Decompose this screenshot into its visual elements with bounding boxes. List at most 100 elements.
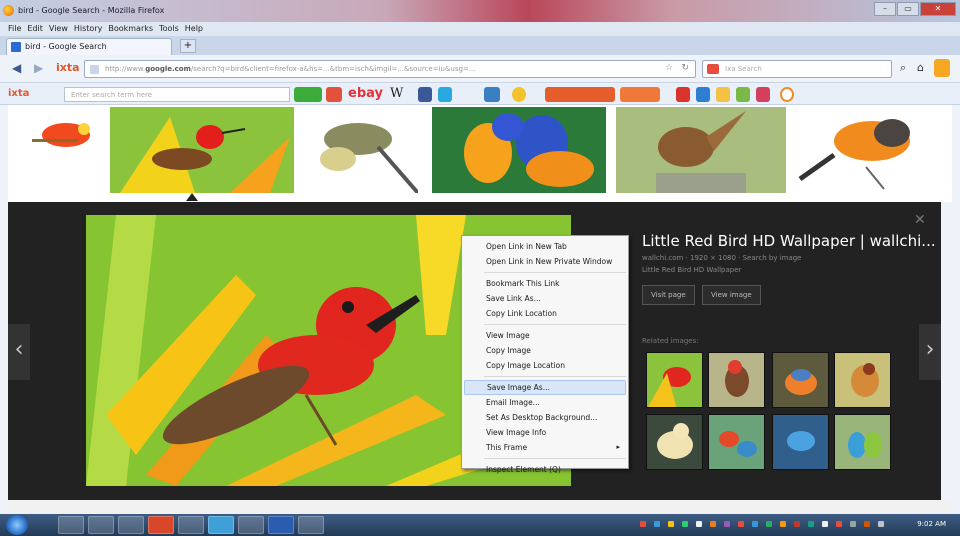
search-magnifier-icon[interactable]: ⌕ (900, 61, 906, 75)
related-thumb[interactable] (708, 352, 765, 408)
ebay-logo[interactable]: ebay (348, 86, 383, 101)
result-thumb-cartoon-bird[interactable] (26, 107, 104, 193)
related-thumb[interactable] (834, 414, 891, 470)
menu-inspect-element[interactable]: Inspect Element (Q) (462, 462, 628, 477)
facebook-icon[interactable] (418, 87, 432, 102)
menu-copy-image[interactable]: Copy Image (462, 343, 628, 358)
taskbar-app-icon[interactable] (208, 516, 234, 534)
close-icon[interactable]: ✕ (914, 212, 926, 228)
taskbar-firefox-icon[interactable] (148, 516, 174, 534)
menu-help[interactable]: Help (185, 22, 203, 36)
volume-icon[interactable] (878, 521, 884, 527)
tray-icon[interactable] (766, 521, 772, 527)
tray-icon[interactable] (710, 521, 716, 527)
close-window-button[interactable]: ✕ (920, 2, 956, 16)
menu-bookmarks[interactable]: Bookmarks (108, 22, 153, 36)
reload-icon[interactable]: ↻ (681, 63, 689, 73)
ixta-home-icon[interactable]: ixta (56, 61, 80, 74)
taskbar-app-icon[interactable] (178, 516, 204, 534)
related-thumb[interactable] (772, 414, 829, 470)
menu-save-image-as[interactable]: Save Image As... (464, 380, 626, 395)
tray-icon[interactable] (654, 521, 660, 527)
next-arrow-icon[interactable]: › (919, 324, 941, 380)
tray-icon[interactable] (864, 521, 870, 527)
tray-icon[interactable] (794, 521, 800, 527)
related-thumb[interactable] (708, 414, 765, 470)
menu-save-link-as[interactable]: Save Link As... (462, 291, 628, 306)
taskbar-ie-icon[interactable] (58, 516, 84, 534)
taskbar-app-icon[interactable] (238, 516, 264, 534)
tray-icon[interactable] (738, 521, 744, 527)
result-thumb-lorikeet[interactable] (432, 107, 606, 193)
minimize-button[interactable]: – (874, 2, 896, 16)
menu-open-link-private-window[interactable]: Open Link in New Private Window (462, 254, 628, 269)
tray-icon[interactable] (752, 521, 758, 527)
view-image-button[interactable]: View image (702, 285, 761, 305)
menu-tools[interactable]: Tools (159, 22, 179, 36)
result-thumb-wren[interactable] (616, 107, 786, 193)
photo-icon[interactable] (484, 87, 500, 102)
prev-arrow-icon[interactable]: ‹ (8, 324, 30, 380)
taskbar-media-icon[interactable] (118, 516, 144, 534)
puzzle-icon[interactable] (736, 87, 750, 102)
menu-view-image-info[interactable]: View Image Info (462, 425, 628, 440)
back-arrow-icon[interactable]: ◀ (12, 61, 21, 75)
result-thumb-red-bird[interactable] (110, 107, 294, 193)
facebook2-icon[interactable] (696, 87, 710, 102)
forward-arrow-icon[interactable]: ▶ (34, 61, 43, 75)
related-thumb[interactable] (834, 352, 891, 408)
tray-icon[interactable] (640, 521, 646, 527)
tray-icon[interactable] (682, 521, 688, 527)
twitter-icon[interactable] (438, 87, 452, 102)
maximize-button[interactable]: ▭ (897, 2, 919, 16)
tray-icon[interactable] (724, 521, 730, 527)
menu-history[interactable]: History (74, 22, 102, 36)
menu-view[interactable]: View (49, 22, 68, 36)
fun-icon[interactable] (716, 87, 730, 102)
tray-icon[interactable] (808, 521, 814, 527)
tray-icon[interactable] (696, 521, 702, 527)
menu-set-desktop-background[interactable]: Set As Desktop Background... (462, 410, 628, 425)
url-bar[interactable]: http://www.google.com/search?q=bird&clie… (84, 60, 696, 78)
taskbar-app-icon[interactable] (298, 516, 324, 534)
menu-bookmark-link[interactable]: Bookmark This Link (462, 276, 628, 291)
tray-icon[interactable] (850, 521, 856, 527)
related-thumb[interactable] (646, 352, 703, 408)
menu-file[interactable]: File (8, 22, 21, 36)
preview-title[interactable]: Little Red Bird HD Wallpaper | wallchi..… (642, 232, 936, 250)
visit-page-button[interactable]: Visit page (642, 285, 695, 305)
game-button[interactable] (545, 87, 615, 102)
search-bar[interactable]: Ixa Search (702, 60, 892, 78)
related-thumb[interactable] (646, 414, 703, 470)
smiley-icon[interactable] (512, 87, 526, 102)
tray-icon[interactable] (822, 521, 828, 527)
related-thumb[interactable] (772, 352, 829, 408)
toolbar-search-input[interactable]: Enter search term here (64, 87, 290, 102)
menu-view-image[interactable]: View Image (462, 328, 628, 343)
camera-icon[interactable] (326, 87, 342, 102)
home-icon[interactable]: ⌂ (917, 61, 924, 74)
pdf-icon[interactable] (676, 87, 690, 102)
menu-edit[interactable]: Edit (27, 22, 43, 36)
menu-this-frame[interactable]: This Frame ▸ (462, 440, 628, 455)
result-thumb-warbler[interactable] (308, 107, 418, 193)
toolbar-search-button[interactable] (294, 87, 322, 102)
result-thumb-oriole[interactable] (794, 107, 924, 193)
tray-icon[interactable] (780, 521, 786, 527)
taskbar-explorer-icon[interactable] (88, 516, 114, 534)
menu-copy-link-location[interactable]: Copy Link Location (462, 306, 628, 321)
menu-email-image[interactable]: Email Image... (462, 395, 628, 410)
bookmark-star-icon[interactable]: ☆ (665, 63, 673, 73)
preview-source[interactable]: wallchi.com · 1920 × 1080 · Search by im… (642, 254, 802, 262)
wikipedia-icon[interactable]: W (390, 86, 403, 101)
new-tab-button[interactable]: + (180, 39, 196, 53)
gift-icon[interactable] (756, 87, 770, 102)
addon-icon[interactable] (934, 59, 950, 77)
menu-open-link-new-tab[interactable]: Open Link in New Tab (462, 239, 628, 254)
taskbar-clock[interactable]: 9:02 AM (917, 520, 946, 528)
tab-google-search[interactable]: bird - Google Search (6, 38, 172, 55)
taskbar-word-icon[interactable] (268, 516, 294, 534)
circle-icon[interactable] (780, 87, 794, 102)
weather-button[interactable] (620, 87, 660, 102)
start-button[interactable] (6, 515, 28, 535)
